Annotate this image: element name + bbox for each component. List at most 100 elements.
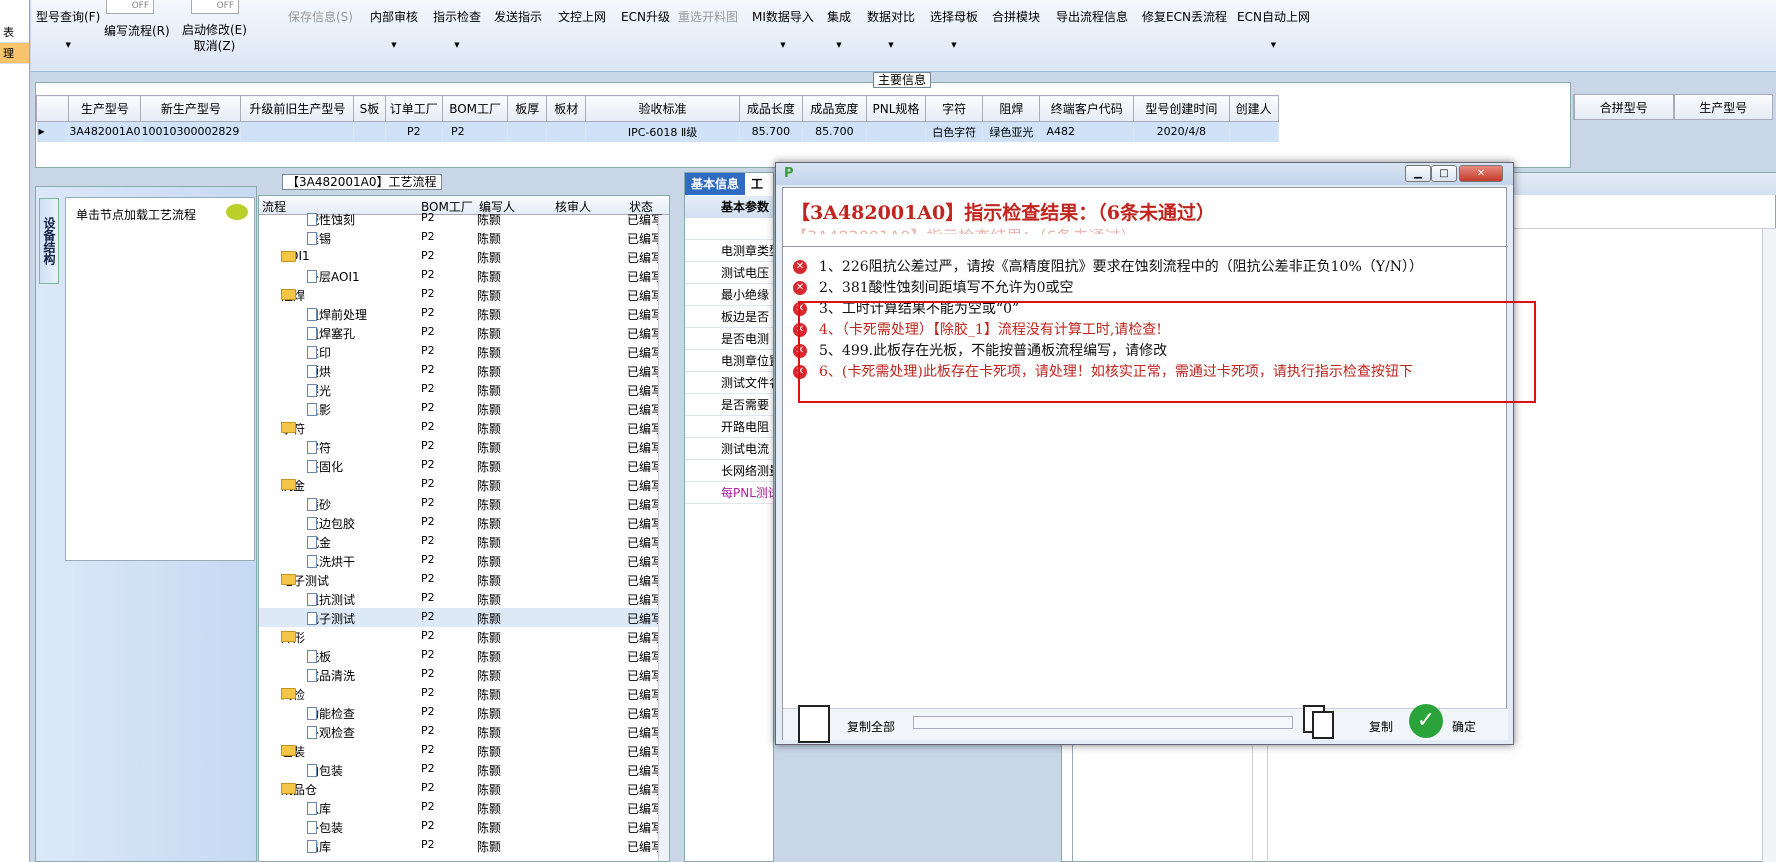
column-header[interactable]: 生产型号 — [68, 95, 142, 122]
table-cell[interactable]: A482 — [1039, 121, 1135, 142]
confirm-check-icon[interactable]: ✓ — [1409, 704, 1443, 738]
cancel-edit-label[interactable]: 取消(Z) — [194, 39, 236, 53]
select-motherboard-button[interactable]: 选择母板 ▼ — [930, 8, 978, 49]
tree-row[interactable]: −电子测试P2陈颢已编写 — [259, 570, 669, 589]
table-cell[interactable]: 绿色亚光 — [982, 121, 1041, 142]
tree-row[interactable]: 显影 P2 陈颢 已编写 — [259, 399, 669, 418]
ecn-auto-online-button[interactable]: ECN自动上网 ▼ — [1237, 8, 1310, 49]
tree-row[interactable]: 外包装 P2 陈颢 已编写 — [259, 817, 669, 836]
tree-row[interactable]: 字符 P2 陈颢 已编写 — [259, 437, 669, 456]
integrate-button[interactable]: 集成 ▼ — [827, 8, 851, 49]
column-header[interactable]: 创建人 — [1228, 95, 1279, 122]
tree-row[interactable]: 预烘 P2 陈颢 已编写 — [259, 361, 669, 380]
save-info-button[interactable]: 保存信息(S) — [288, 8, 353, 25]
tree-row[interactable]: 水洗烘干 P2 陈颢 已编写 — [259, 551, 669, 570]
column-header[interactable]: 订单工厂 — [384, 95, 444, 122]
table-cell[interactable]: P2 — [385, 121, 444, 142]
column-header[interactable]: 型号创建时间 — [1133, 95, 1230, 122]
tree-row[interactable]: −沉金P2陈颢已编写 — [259, 475, 669, 494]
tree-row[interactable]: 外观检查 P2 陈颢 已编写 — [259, 722, 669, 741]
param-row[interactable]: 长网络测量 — [685, 460, 773, 482]
tree-row[interactable]: 阻抗测试 P2 陈颢 已编写 — [259, 589, 669, 608]
tree-scrollbar[interactable] — [658, 215, 669, 861]
table-cell[interactable] — [866, 121, 927, 142]
copy-icon[interactable] — [1303, 705, 1334, 739]
table-row[interactable]: ▶ 3A482001A0 10010300002829 P2 P2 IPC-60… — [36, 121, 1570, 142]
close-button[interactable]: ✕ — [1459, 165, 1503, 182]
param-row[interactable]: 测试电流 — [685, 438, 773, 460]
start-edit-toggle[interactable]: OFF — [191, 0, 239, 14]
column-header[interactable]: S板 — [353, 95, 386, 122]
data-compare-button[interactable]: 数据对比 ▼ — [867, 8, 915, 49]
write-flow-button[interactable]: 编写流程(R) — [104, 22, 170, 39]
column-header[interactable]: 终端客户代码 — [1039, 95, 1135, 122]
tab-basic-info[interactable]: 基本信息 — [685, 173, 746, 195]
tree-row[interactable]: 板边包胶 P2 陈颢 已编写 — [259, 513, 669, 532]
error-item[interactable]: ✕ 1、226阻抗公差过严，请按《高精度阻抗》要求在蚀刻流程中的（阻抗公差非正负1… — [793, 256, 1423, 276]
tree-row[interactable]: 阻焊前处理 P2 陈颢 已编写 — [259, 304, 669, 323]
right-scrollbar[interactable] — [1762, 229, 1776, 862]
table-cell[interactable]: 2020/4/8 — [1133, 121, 1230, 142]
tree-row[interactable]: 内包装 P2 陈颢 已编写 — [259, 760, 669, 779]
param-row[interactable]: 电测章位置 — [685, 350, 773, 372]
table-cell[interactable] — [353, 121, 386, 142]
tree-row[interactable]: −字符P2陈颢已编写 — [259, 418, 669, 437]
send-instruction-button[interactable]: 发送指示 — [494, 8, 542, 25]
tree-row[interactable]: −AOI1P2陈颢已编写 — [259, 247, 669, 266]
table-cell[interactable] — [546, 121, 587, 142]
tab-equipment-structure[interactable]: 设备结构 — [39, 198, 59, 284]
tree-row[interactable]: 成品清洗 P2 陈颢 已编写 — [259, 665, 669, 684]
param-row[interactable]: 是否需要 — [685, 394, 773, 416]
table-cell[interactable] — [240, 121, 355, 142]
write-flow-toggle[interactable]: OFF — [106, 0, 154, 14]
tree-row[interactable]: 功能检查 P2 陈颢 已编写 — [259, 703, 669, 722]
tree-row[interactable]: 出库 P2 陈颢 已编写 — [259, 836, 669, 855]
param-row[interactable]: 每PNL测试 — [685, 482, 773, 504]
column-header[interactable]: 新生产型号 — [140, 95, 242, 122]
column-header[interactable]: 阻焊 — [982, 95, 1041, 122]
copy-all-button[interactable]: 复制全部 — [847, 718, 895, 735]
mi-data-import-button[interactable]: MI数据导入 ▼ — [752, 8, 814, 49]
column-header[interactable]: BOM工厂 — [442, 95, 509, 122]
tree-row[interactable]: 电子测试 P2 陈颢 已编写 — [259, 608, 669, 627]
table-cell[interactable]: 85.700 — [802, 121, 867, 142]
tree-row[interactable]: 外层AOI1 P2 陈颢 已编写 — [259, 266, 669, 285]
tree-row[interactable]: 入库 P2 陈颢 已编写 — [259, 798, 669, 817]
param-row[interactable]: 电测章类型 — [685, 240, 773, 262]
tree-row[interactable]: 阻焊塞孔 P2 陈颢 已编写 — [259, 323, 669, 342]
confirm-button[interactable]: 确定 — [1452, 718, 1476, 735]
column-header[interactable]: PNL规格 — [865, 95, 927, 122]
internal-review-button[interactable]: 内部审核 ▼ — [370, 8, 418, 49]
tree-row[interactable]: 退锡 P2 陈颢 已编写 — [259, 228, 669, 247]
tree-row[interactable]: 丝印 P2 陈颢 已编写 — [259, 342, 669, 361]
maximize-button[interactable]: □ — [1431, 165, 1457, 182]
dialog-titlebar[interactable]: P ▁ □ ✕ — [776, 163, 1513, 185]
horizontal-scrollbar[interactable] — [913, 716, 1293, 729]
fix-ecn-button[interactable]: 修复ECN丢流程 — [1142, 8, 1227, 25]
table-cell[interactable]: P2 — [442, 121, 509, 142]
param-row[interactable]: 测试电压 — [685, 262, 773, 284]
ecn-upgrade-button[interactable]: ECN升级 — [621, 8, 670, 25]
left-strip-item-selected[interactable]: 理 — [0, 43, 29, 64]
column-header[interactable]: 成品宽度 — [801, 95, 867, 122]
copy-button[interactable]: 复制 — [1369, 718, 1393, 735]
column-header[interactable]: 升级前旧生产型号 — [240, 95, 355, 122]
instruction-check-button[interactable]: 指示检查 ▼ — [433, 8, 481, 49]
param-row[interactable]: 是否电测 — [685, 328, 773, 350]
tree-row[interactable]: 沉金 P2 陈颢 已编写 — [259, 532, 669, 551]
table-cell[interactable]: 3A482001A0 — [68, 121, 142, 142]
tree-row[interactable]: 碱性蚀刻 P2 陈颢 已编写 — [259, 209, 669, 228]
table-cell[interactable] — [1229, 121, 1279, 142]
column-header[interactable]: 合拼型号 — [1574, 94, 1674, 120]
export-flow-button[interactable]: 导出流程信息 — [1056, 8, 1128, 25]
column-header[interactable]: 板厚 — [507, 95, 548, 122]
param-row[interactable]: 最小绝缘 — [685, 284, 773, 306]
tree-row[interactable]: 终固化 P2 陈颢 已编写 — [259, 456, 669, 475]
tree-row[interactable]: −成品仓P2陈颢已编写 — [259, 779, 669, 798]
tree-row[interactable]: −阻焊P2陈颢已编写 — [259, 285, 669, 304]
table-cell[interactable]: IPC-6018 Ⅱ级 — [585, 121, 740, 142]
table-cell[interactable]: 10010300002829 — [140, 121, 242, 142]
param-row[interactable]: 板边是否 — [685, 306, 773, 328]
tree-row[interactable]: 喷砂 P2 陈颢 已编写 — [259, 494, 669, 513]
tree-row[interactable]: 曝光 P2 陈颢 已编写 — [259, 380, 669, 399]
